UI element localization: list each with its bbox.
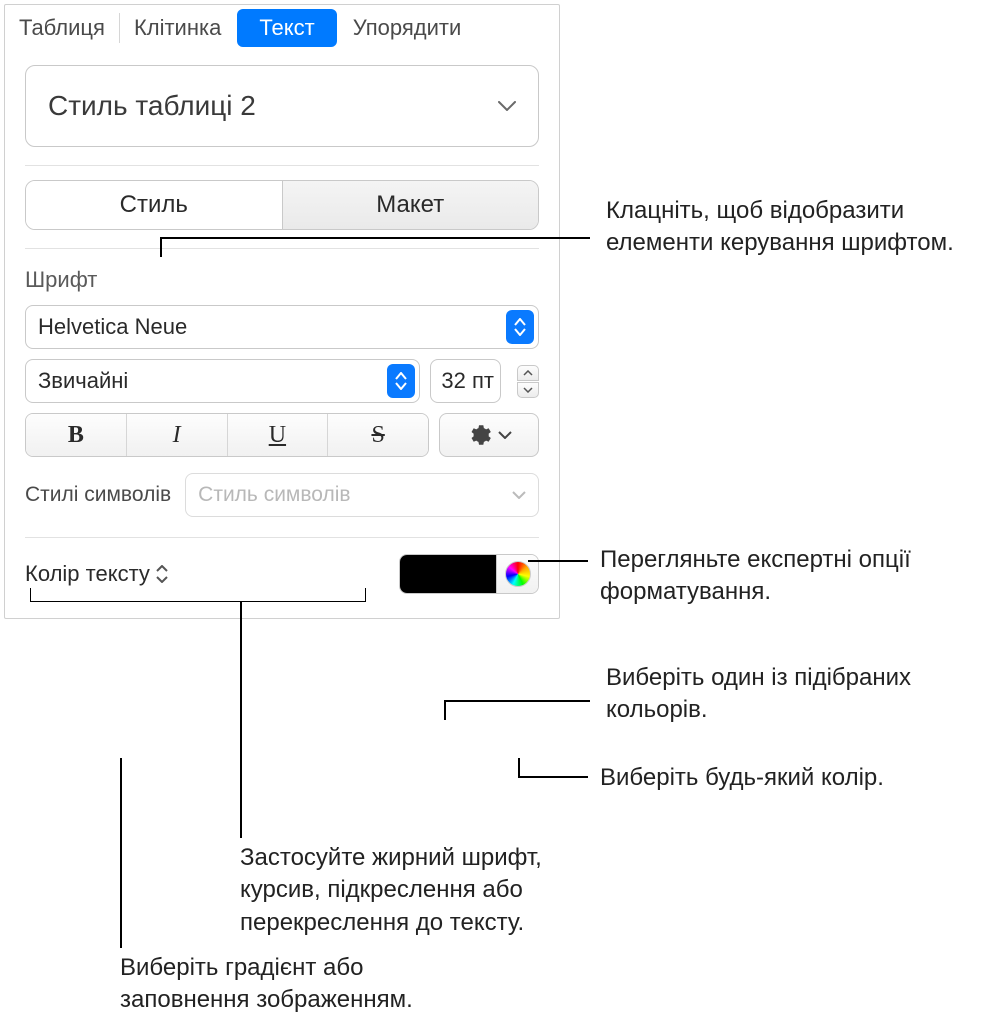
font-weight-value: Звичайні <box>38 368 128 394</box>
font-size-stepper <box>517 365 539 398</box>
divider <box>25 537 539 538</box>
tab-arrange[interactable]: Упорядити <box>339 5 476 51</box>
callout-wheel: Виберіть будь-який колір. <box>600 762 980 794</box>
underline-button[interactable]: U <box>228 414 328 456</box>
font-family-select[interactable]: Helvetica Neue <box>25 305 539 349</box>
chevron-down-icon <box>498 101 516 111</box>
leader-line <box>444 700 590 702</box>
leader-line <box>518 758 520 776</box>
text-style-group: B I U S <box>25 413 429 457</box>
stepper-up[interactable] <box>517 365 539 381</box>
callout-gear: Перегляньте експертні опції форматування… <box>600 544 980 609</box>
tab-table[interactable]: Таблиця <box>5 5 119 51</box>
tab-text[interactable]: Текст <box>237 9 336 47</box>
leader-line <box>444 700 446 720</box>
strikethrough-button[interactable]: S <box>328 414 428 456</box>
chevron-down-icon <box>512 491 526 499</box>
font-family-value: Helvetica Neue <box>38 314 187 340</box>
divider <box>25 165 539 166</box>
leader-line <box>160 237 590 239</box>
updown-caps-icon <box>387 364 415 398</box>
panel-body: Стиль таблиці 2 Стиль Макет Шрифт Helvet… <box>5 51 559 618</box>
leader-line <box>120 758 122 948</box>
tab-cell[interactable]: Клітинка <box>120 5 235 51</box>
leader-line <box>518 776 588 778</box>
font-size-value: 32 пт <box>441 368 494 394</box>
color-swatch[interactable] <box>400 555 496 593</box>
leader-line <box>528 560 588 562</box>
font-section-label: Шрифт <box>25 267 539 293</box>
paragraph-style-value: Стиль таблиці 2 <box>48 90 256 122</box>
font-size-field[interactable]: 32 пт <box>430 359 501 403</box>
text-color-label: Колір тексту <box>25 561 150 587</box>
callout-text-color: Виберіть градієнт або заповнення зображе… <box>120 952 480 1017</box>
character-style-select[interactable]: Стиль символів <box>185 473 539 517</box>
segment-style[interactable]: Стиль <box>26 181 282 229</box>
stepper-down[interactable] <box>517 382 539 398</box>
paragraph-style-dropdown[interactable]: Стиль таблиці 2 <box>25 65 539 147</box>
panel-tabs: Таблиця Клітинка Текст Упорядити <box>5 5 559 51</box>
segment-layout[interactable]: Макет <box>283 181 539 229</box>
character-styles-label: Стилі символів <box>25 483 171 507</box>
font-weight-select[interactable]: Звичайні <box>25 359 420 403</box>
gear-icon <box>466 422 492 448</box>
color-wheel-icon <box>505 561 531 587</box>
character-style-placeholder: Стиль символів <box>198 483 350 507</box>
callout-style-tab: Клацніть, щоб відобразити елементи керув… <box>606 195 976 260</box>
leader-line <box>160 237 162 257</box>
chevron-down-icon <box>498 431 512 439</box>
callout-bius: Застосуйте жирний шрифт, курсив, підкрес… <box>240 842 600 939</box>
text-color-dropdown[interactable]: Колір тексту <box>25 561 168 587</box>
bracket <box>30 588 366 602</box>
style-layout-segmented: Стиль Макет <box>25 180 539 230</box>
leader-line <box>240 602 242 838</box>
updown-caps-icon <box>506 310 534 344</box>
advanced-options-button[interactable] <box>439 413 539 457</box>
color-controls <box>399 554 539 594</box>
format-panel: Таблиця Клітинка Текст Упорядити Стиль т… <box>4 4 560 619</box>
updown-icon <box>156 565 168 583</box>
callout-swatch: Виберіть один із підібраних кольорів. <box>606 662 966 727</box>
divider <box>25 248 539 249</box>
bold-button[interactable]: B <box>26 414 126 456</box>
italic-button[interactable]: I <box>127 414 227 456</box>
